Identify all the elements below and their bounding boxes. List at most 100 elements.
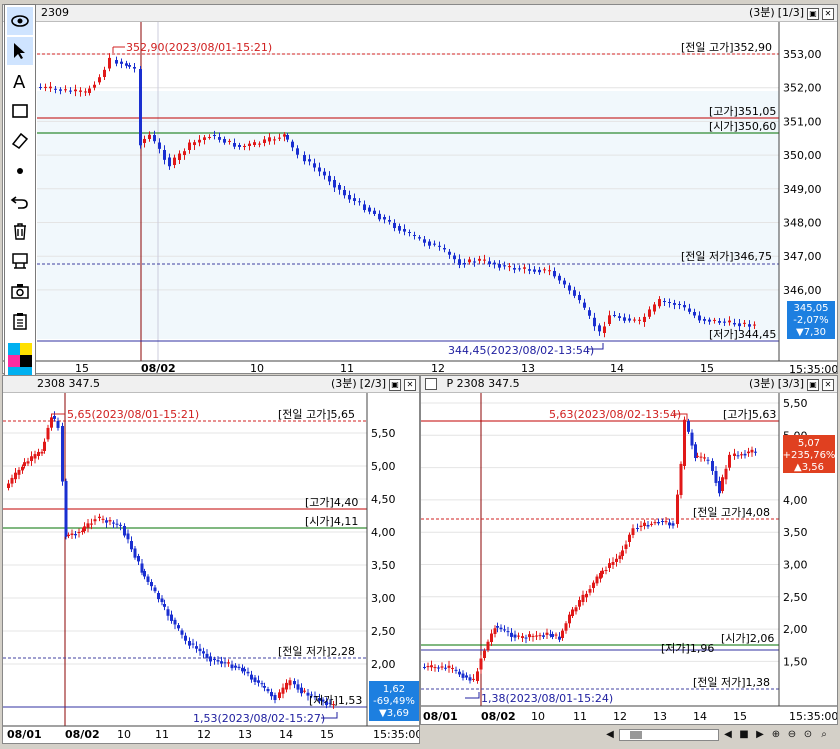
text-icon[interactable]: A [7,67,33,95]
candle [133,548,137,558]
zoom-in-icon[interactable]: ⊕ [769,728,783,742]
candle [202,651,205,654]
candle [53,416,56,419]
candle [273,139,276,141]
candle [105,520,108,523]
candle [738,323,741,327]
candle [119,524,122,526]
candle [61,426,64,482]
candle [490,633,493,642]
y-tick-label: 4,00 [783,494,808,507]
pointer-icon[interactable] [7,37,33,65]
rectangle-icon[interactable] [7,97,33,125]
svg-text:1,62: 1,62 [383,684,405,695]
candle [228,140,231,142]
x-tick-label: 13 [521,362,535,374]
candle [303,690,306,692]
clipboard-icon[interactable] [7,307,33,335]
candle [603,326,606,333]
trash-icon[interactable] [7,217,33,245]
eye-icon[interactable] [7,7,33,35]
zoom-reset-icon[interactable]: ⊙ [801,728,815,742]
candle [223,662,227,664]
candle [498,264,501,268]
candle [143,138,146,143]
candle [263,139,266,143]
label-prev-high: [전일 고가]352,90 [681,40,772,54]
candle [83,526,86,531]
candle [180,630,184,635]
top-chart-svg[interactable]: 352,90(2023/08/01-15:21) 344,45(2023/08/… [3,5,838,374]
candle [601,570,604,574]
candle [648,309,651,317]
candle [513,634,517,638]
undo-icon[interactable] [7,187,33,215]
candle [191,643,195,645]
candle [30,456,33,461]
candle [558,636,561,640]
candle [130,541,133,550]
candle [714,471,718,483]
eraser-icon[interactable] [7,127,33,155]
candle [218,137,221,140]
candle [54,88,57,90]
candle [728,320,731,323]
first-icon[interactable]: ◀ [721,728,735,742]
candle [253,677,257,682]
candle [657,522,660,524]
candle [676,494,679,524]
candle [10,477,14,484]
candle [258,143,261,145]
swatch-cyan[interactable] [8,343,20,355]
x-tick-label: 11 [155,728,169,741]
candle [478,258,481,261]
candle [724,468,728,480]
candle [451,667,454,669]
candle [84,91,87,93]
swatch-yellow[interactable] [20,343,32,355]
camera-icon[interactable] [7,277,33,305]
candle [163,604,166,607]
candle [338,185,341,190]
candle [496,626,499,628]
candle [736,455,740,457]
swatch-black[interactable] [20,355,32,367]
slider-thumb[interactable] [630,731,642,739]
candle [278,137,281,139]
bottom-left-chart-pane[interactable]: 2308 347.5 (3분) [2/3] ▣ ✕ 5,65(2023/08/0… [2,375,420,744]
candle [266,689,270,692]
br-chart-svg[interactable]: 5,63(2023/08/02-13:54) 1,38(2023/08/01-1… [421,376,838,725]
label-open: [시가]4,11 [305,515,358,528]
candle [120,61,123,64]
stop-icon[interactable]: ■ [737,728,751,742]
swatch-magenta[interactable] [8,355,20,367]
search-icon[interactable]: ⌕ [817,728,831,742]
dot-icon[interactable] [7,157,33,185]
x-tick-label: 15 [75,362,89,374]
candle [595,576,599,584]
candle [433,243,436,245]
scroll-slider[interactable] [619,729,719,741]
y-tick-label: 3,50 [371,559,396,572]
svg-text:-2,07%: -2,07% [793,315,828,326]
candle [604,570,608,572]
candle [233,143,236,147]
candle [278,692,281,698]
candle [209,656,212,662]
candle [285,682,288,690]
candle [628,534,631,542]
candle [568,285,571,291]
bl-chart-svg[interactable]: 5,65(2023/08/01-15:21) 1,53(2023/08/02-1… [3,376,420,744]
next-icon[interactable]: ▶ [753,728,767,742]
candle [518,268,521,270]
scroll-left-icon[interactable]: ◀ [603,728,617,742]
bottom-right-chart-pane[interactable]: P 2308 347.5 (3분) [3/3] ▣ ✕ 5,63(2023/08… [420,375,838,725]
zoom-out-icon[interactable]: ⊖ [785,728,799,742]
top-chart-pane[interactable]: 2309 (3분) [1/3] ▣ ✕ 352,90(2023/08/01-15… [2,4,838,374]
candle [257,680,260,683]
magnet-icon[interactable] [7,247,33,275]
candle [103,69,106,77]
label-prev-low: [전일 저가]2,28 [278,644,355,658]
candle [158,142,161,149]
candle [433,667,437,669]
